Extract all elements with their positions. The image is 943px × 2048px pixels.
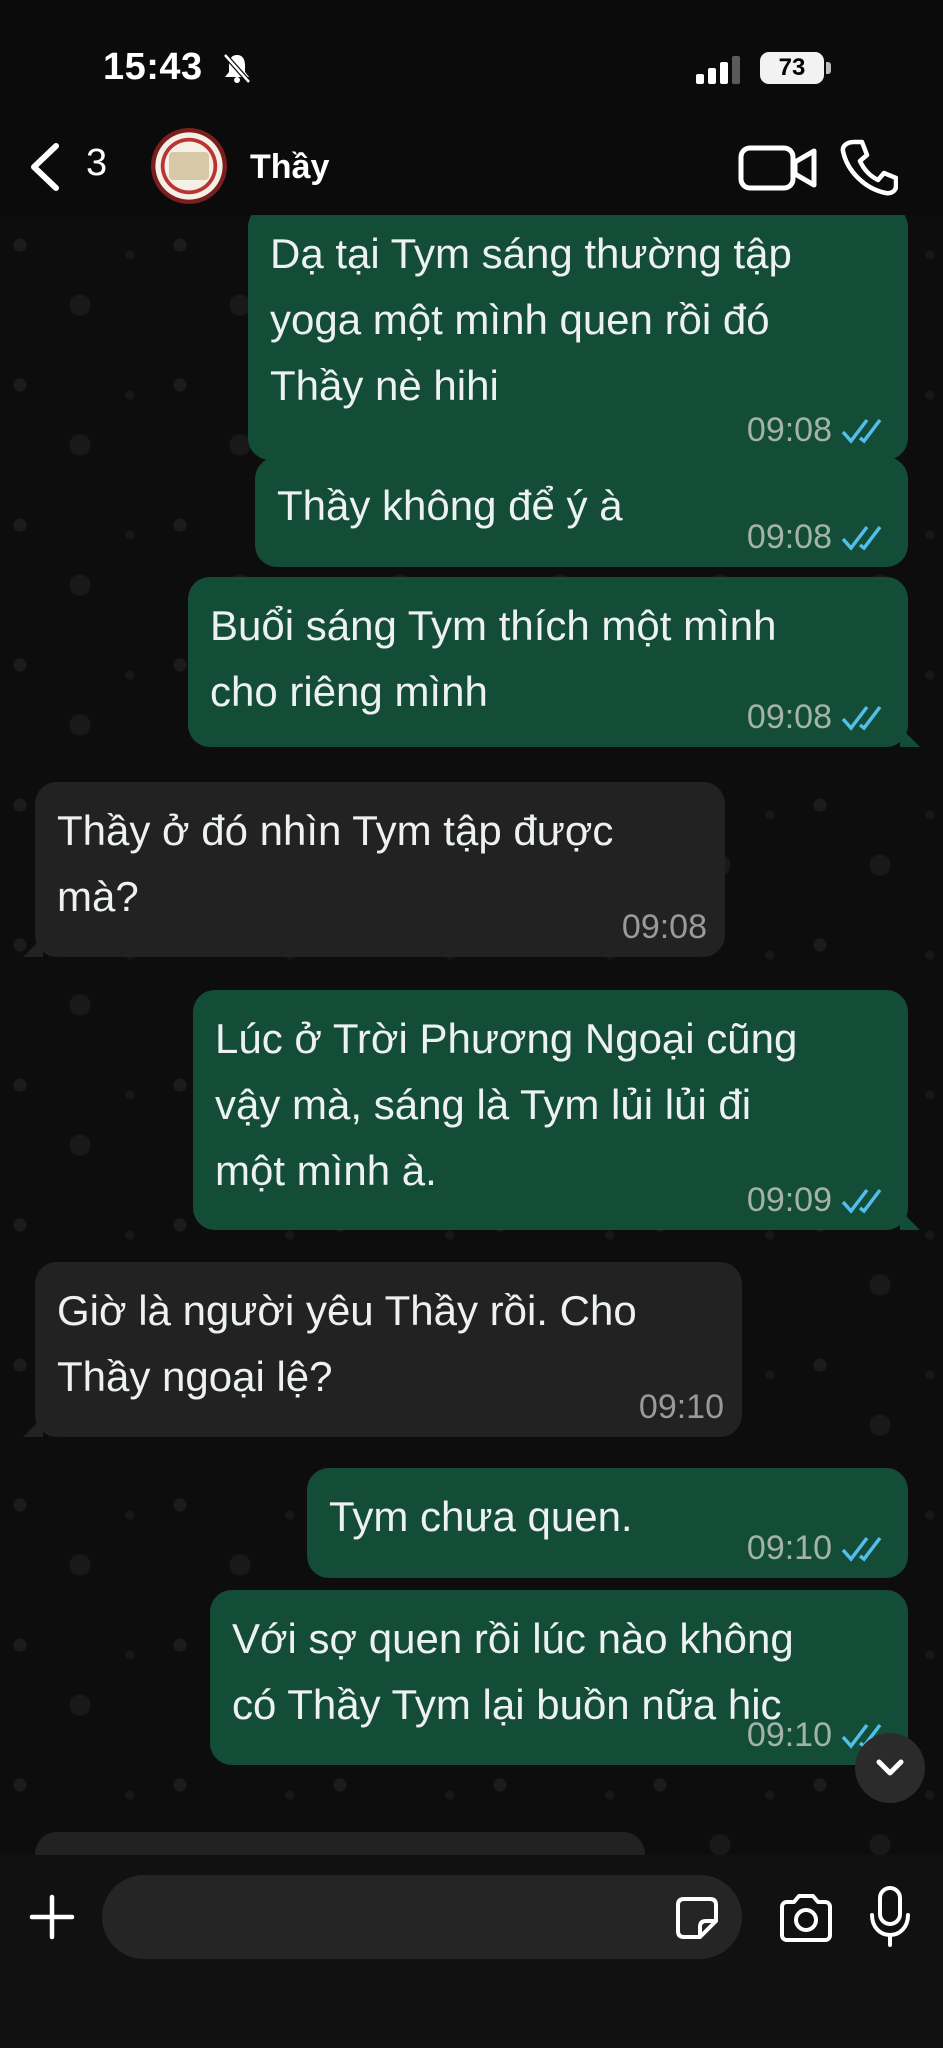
message-time: 09:08: [746, 411, 832, 449]
message-time: 09:10: [638, 1388, 724, 1426]
message-bubble-outgoing[interactable]: Buổi sáng Tym thích một mình cho riêng m…: [188, 577, 920, 747]
message-text: Thầy ở đó nhìn Tym tập được mà?: [57, 807, 614, 920]
message-composer: [0, 1855, 943, 2048]
message-bubble-outgoing[interactable]: Với sợ quen rồi lúc nào không có Thầy Ty…: [210, 1590, 920, 1765]
message-bubble-incoming[interactable]: Thầy ở đó nhìn Tym tập được mà? 09:08: [23, 782, 725, 957]
message-meta: 09:08: [622, 908, 707, 947]
message-meta: 09:10: [639, 1388, 724, 1427]
message-time: 09:10: [746, 1529, 832, 1567]
avatar[interactable]: [151, 128, 227, 204]
message-meta: 09:09: [747, 1181, 890, 1220]
message-bubble-outgoing[interactable]: Lúc ở Trời Phương Ngoại cũng vậy mà, sán…: [193, 990, 920, 1230]
video-call-icon[interactable]: [738, 142, 818, 194]
message-text: Giờ là người yêu Thầy rồi. Cho Thầy ngoạ…: [57, 1287, 637, 1400]
bubble-tail: [23, 937, 43, 957]
status-time: 15:43: [103, 46, 203, 88]
signal-icon: [696, 56, 740, 84]
avatar-image: [169, 152, 209, 180]
bubble-tail: [23, 1417, 43, 1437]
message-bubble-incoming-partial[interactable]: [35, 1832, 645, 1855]
message-bubble-outgoing[interactable]: Dạ tại Tym sáng thường tập yoga một mình…: [248, 215, 908, 460]
back-unread-count[interactable]: 3: [86, 142, 107, 185]
message-bubble-outgoing[interactable]: Thầy không để ý à 09:08: [255, 457, 908, 567]
battery-level: 73: [760, 52, 824, 84]
message-meta: 09:10: [747, 1529, 890, 1568]
read-ticks-icon: [841, 1188, 882, 1214]
chevron-left-icon[interactable]: [26, 142, 66, 192]
message-text: Dạ tại Tym sáng thường tập yoga một mình…: [270, 230, 792, 409]
sticker-icon[interactable]: [674, 1895, 720, 1941]
message-time: 09:09: [746, 1181, 832, 1219]
message-input[interactable]: [102, 1875, 742, 1959]
read-ticks-icon: [841, 525, 882, 551]
plus-icon[interactable]: [28, 1893, 76, 1941]
phone-icon[interactable]: [840, 138, 898, 196]
message-meta: 09:08: [747, 411, 890, 450]
bubble-tail: [900, 1210, 920, 1230]
chat-header: 3 Thầy: [0, 120, 943, 215]
status-bar: 15:43 73: [0, 0, 943, 130]
battery-tip: [826, 62, 831, 74]
bell-slash-icon: [223, 53, 251, 84]
message-text: Lúc ở Trời Phương Ngoại cũng vậy mà, sán…: [215, 1015, 798, 1194]
bubble-tail: [900, 727, 920, 747]
message-time: 09:08: [746, 698, 832, 736]
message-time: 09:10: [746, 1716, 832, 1754]
chevron-down-icon: [876, 1759, 904, 1776]
message-time: 09:08: [746, 518, 832, 556]
scroll-to-bottom-button[interactable]: [855, 1733, 925, 1803]
message-time: 09:08: [621, 908, 707, 946]
microphone-icon[interactable]: [868, 1885, 912, 1949]
contact-name[interactable]: Thầy: [250, 148, 329, 187]
message-bubble-outgoing[interactable]: Tym chưa quen. 09:10: [307, 1468, 908, 1578]
read-ticks-icon: [841, 705, 882, 731]
message-meta: 09:08: [747, 518, 890, 557]
read-ticks-icon: [841, 418, 882, 444]
message-bubble-incoming[interactable]: Giờ là người yêu Thầy rồi. Cho Thầy ngoạ…: [23, 1262, 742, 1437]
camera-icon[interactable]: [778, 1893, 834, 1943]
read-ticks-icon: [841, 1536, 882, 1562]
message-meta: 09:08: [747, 698, 890, 737]
message-list[interactable]: Dạ tại Tym sáng thường tập yoga một mình…: [0, 215, 943, 1855]
